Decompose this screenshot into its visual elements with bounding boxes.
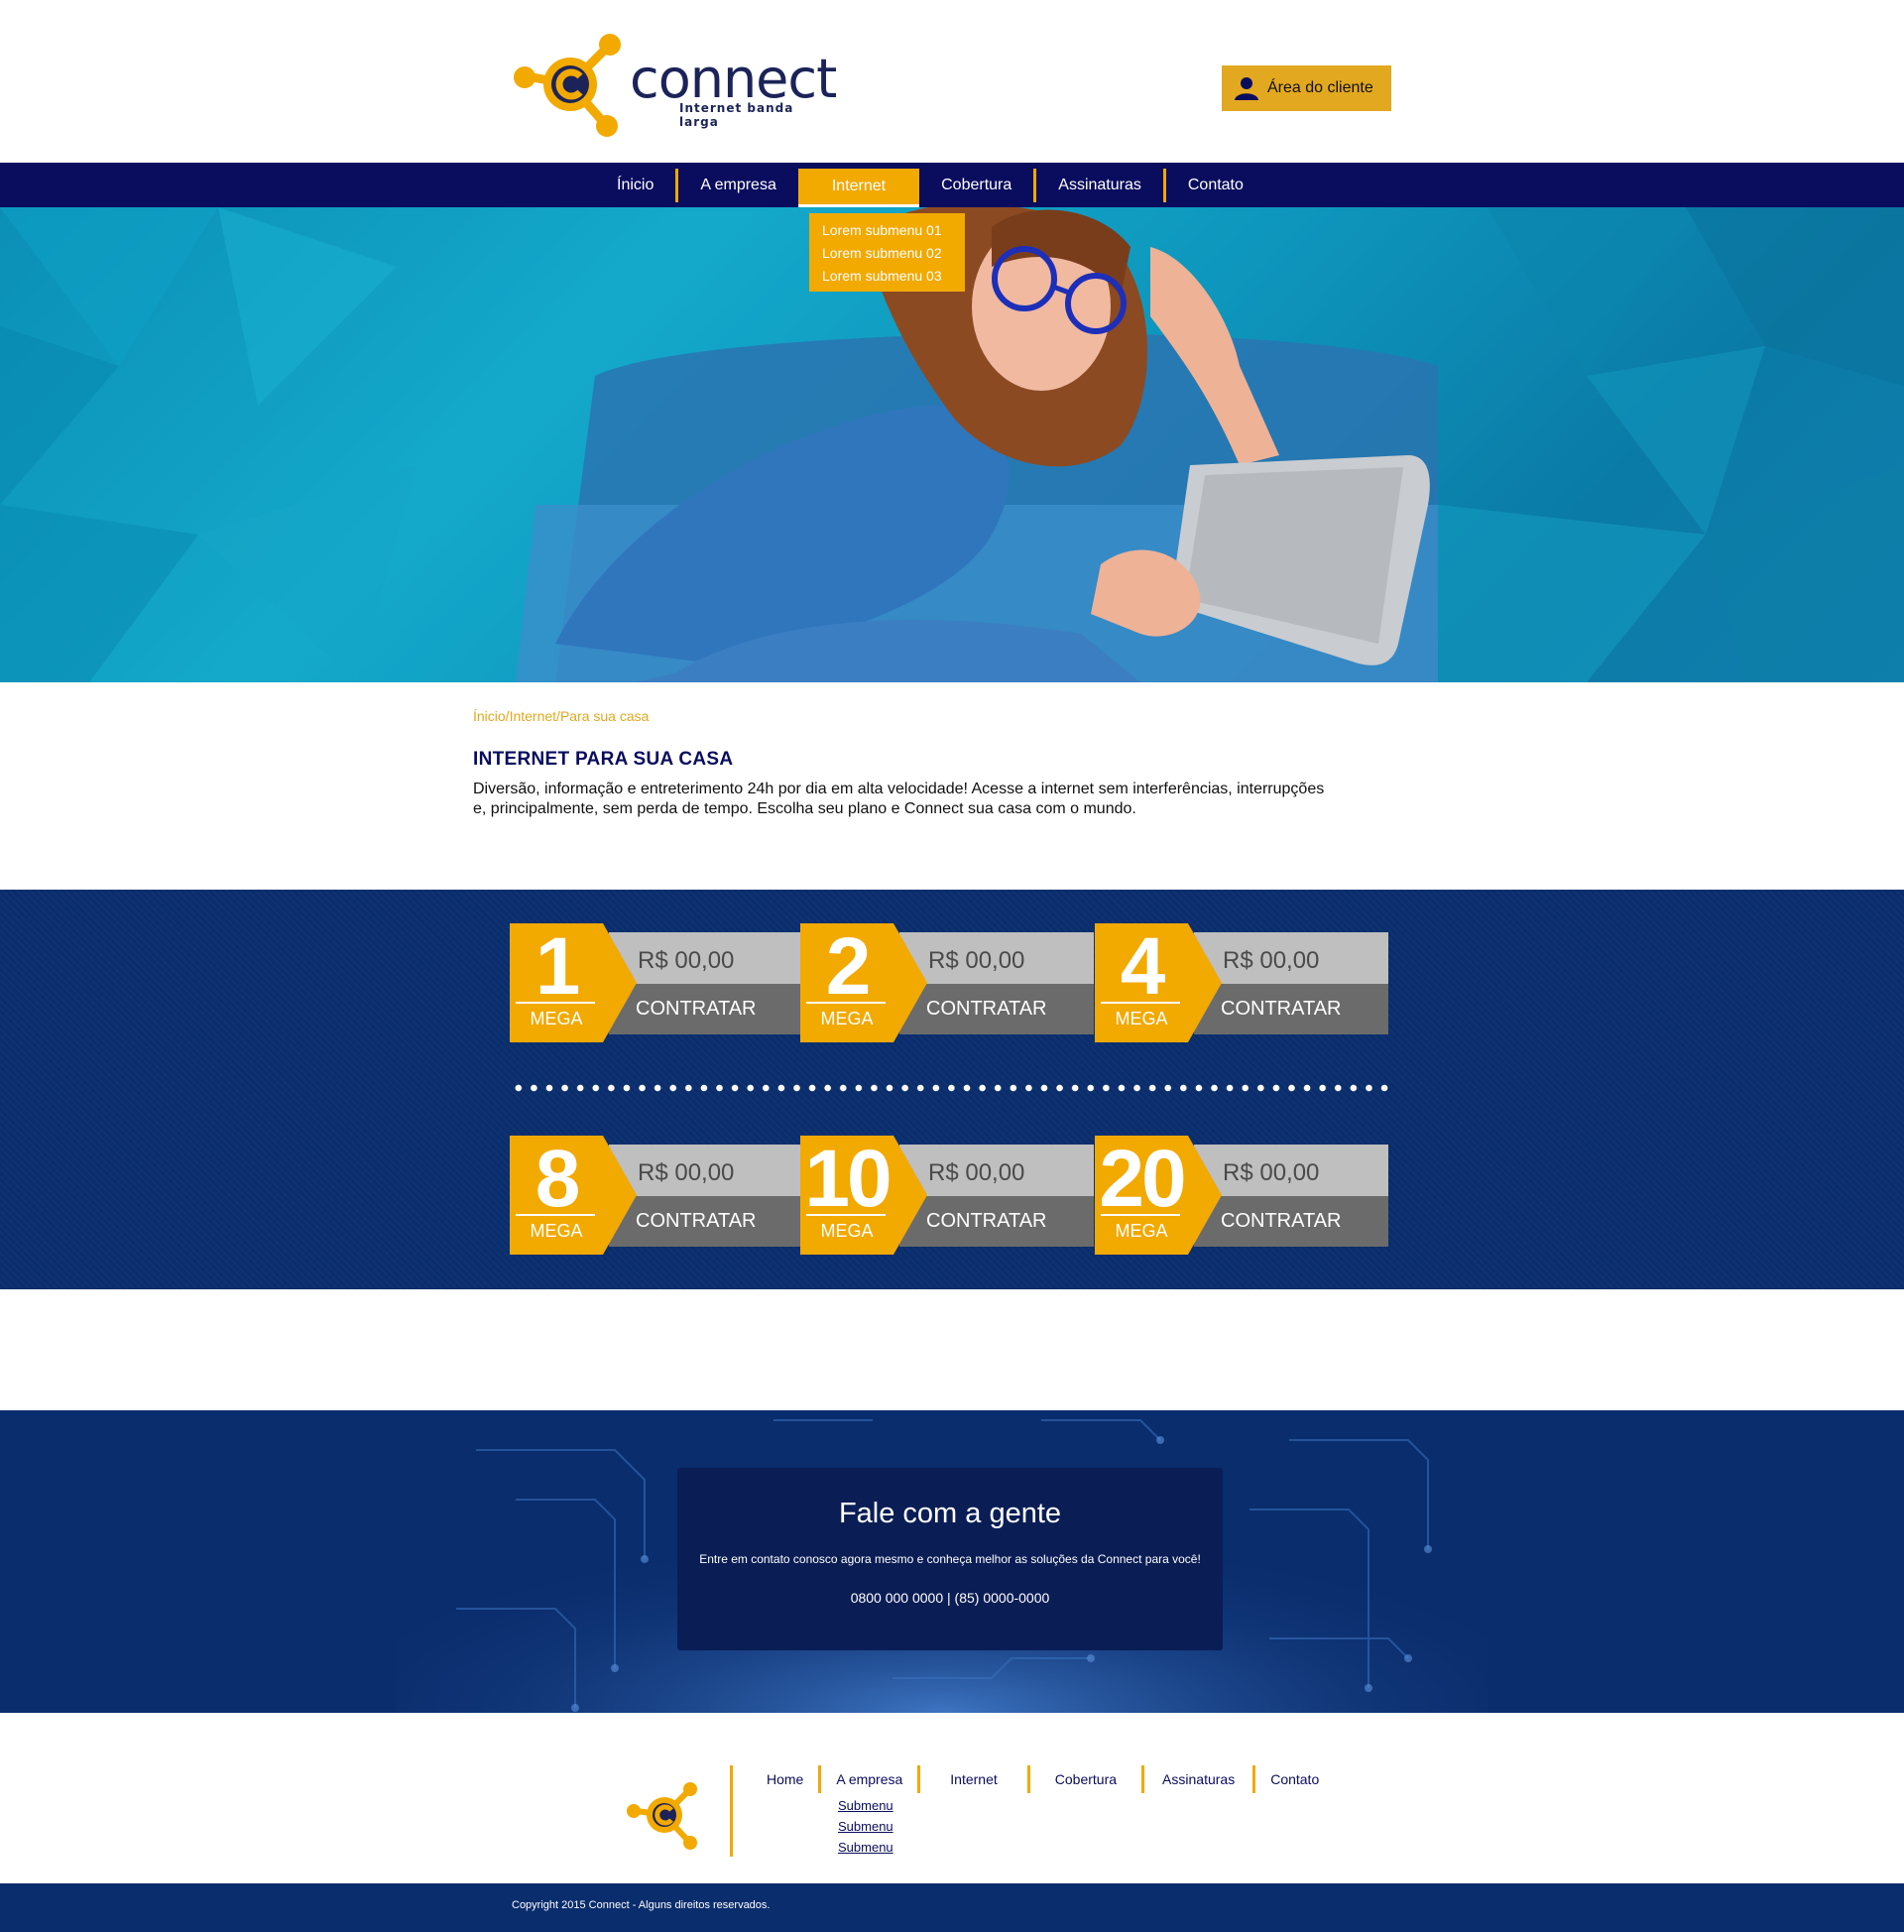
contratar-button[interactable]: CONTRATAR: [926, 1210, 1046, 1233]
dotted-divider: [511, 1084, 1393, 1092]
plan-speed: 20: [1099, 1134, 1186, 1224]
page-title: INTERNET PARA SUA CASA: [473, 749, 734, 770]
divider: [806, 1002, 886, 1004]
plan-unit: MEGA: [530, 1221, 583, 1241]
plan-card[interactable]: 4 MEGA R$ 00,00 CONTRATAR: [1095, 923, 1388, 1042]
nav-item-contato[interactable]: Contato: [1166, 163, 1265, 207]
nav-item-cobertura[interactable]: Cobertura: [919, 163, 1033, 207]
main-nav: Ínicio A empresa Internet Cobertura Assi…: [0, 163, 1904, 207]
contratar-button[interactable]: CONTRATAR: [636, 998, 756, 1021]
plan-price: R$ 00,00: [638, 947, 735, 974]
copyright-bar: Copyright 2015 Connect - Alguns direitos…: [0, 1883, 1904, 1932]
footer-submenu: Submenu Submenu Submenu: [838, 1795, 893, 1858]
contratar-button[interactable]: CONTRATAR: [1221, 1210, 1341, 1233]
contact-title: Fale com a gente: [838, 1498, 1062, 1529]
plan-unit: MEGA: [820, 1009, 874, 1028]
nav-item-assinaturas[interactable]: Assinaturas: [1036, 163, 1163, 207]
dropdown-item[interactable]: Lorem submenu 03: [822, 265, 965, 288]
plan-price: R$ 00,00: [638, 1159, 735, 1186]
footer-item-cobertura[interactable]: Cobertura: [1030, 1765, 1141, 1793]
divider: [516, 1214, 595, 1216]
footer-item-a-empresa[interactable]: A empresa: [821, 1765, 917, 1793]
plan-card[interactable]: 1 MEGA R$ 00,00 CONTRATAR: [510, 923, 803, 1042]
contratar-button[interactable]: CONTRATAR: [1221, 998, 1341, 1021]
client-area-label: Área do cliente: [1267, 79, 1373, 96]
plan-price: R$ 00,00: [1223, 947, 1320, 974]
plan-card[interactable]: 20 MEGA R$ 00,00 CONTRATAR: [1095, 1136, 1388, 1255]
footer-item-internet[interactable]: Internet: [920, 1765, 1026, 1793]
nav-item-a-empresa[interactable]: A empresa: [678, 163, 797, 207]
plan-unit: MEGA: [820, 1221, 874, 1241]
nav-item-inicio[interactable]: Ínicio: [595, 163, 675, 207]
divider: [1101, 1214, 1180, 1216]
plan-card[interactable]: 8 MEGA R$ 00,00 CONTRATAR: [510, 1136, 803, 1255]
contact-text: Entre em contato conosco agora mesmo e c…: [699, 1552, 1201, 1566]
contact-phones[interactable]: 0800 000 0000 | (85) 0000-0000: [677, 1590, 1223, 1606]
divider: [1101, 1002, 1180, 1004]
plan-unit: MEGA: [1115, 1009, 1168, 1028]
plan-speed: 2: [825, 921, 872, 1012]
connect-logo-icon: [514, 34, 621, 137]
footer-item-assinaturas[interactable]: Assinaturas: [1144, 1765, 1252, 1793]
footer-nav: Home A empresa Internet Cobertura Assina…: [752, 1765, 1334, 1793]
footer-item-contato[interactable]: Contato: [1255, 1765, 1334, 1793]
contratar-button[interactable]: CONTRATAR: [926, 998, 1046, 1021]
contact-box: Fale com a gente Entre em contato conosc…: [677, 1468, 1223, 1650]
plan-price: R$ 00,00: [1223, 1159, 1320, 1186]
plan-speed: 10: [804, 1134, 892, 1224]
divider: [806, 1214, 886, 1216]
plan-price: R$ 00,00: [928, 1159, 1025, 1186]
contact-section: Fale com a gente Entre em contato conosc…: [0, 1410, 1904, 1713]
plan-speed: 1: [535, 921, 581, 1012]
plan-unit: MEGA: [530, 1009, 583, 1028]
plan-price: R$ 00,00: [928, 947, 1025, 974]
plan-card[interactable]: 10 MEGA R$ 00,00 CONTRATAR: [800, 1136, 1094, 1255]
plan-unit: MEGA: [1115, 1221, 1168, 1241]
divider: [516, 1002, 595, 1004]
dropdown-item[interactable]: Lorem submenu 02: [822, 242, 965, 265]
site-header: connect Internet banda larga Área do cli…: [0, 0, 1904, 163]
copyright-text: Copyright 2015 Connect - Alguns direitos…: [512, 1899, 771, 1911]
dropdown-item[interactable]: Lorem submenu 01: [822, 219, 965, 242]
plan-speed: 4: [1120, 921, 1166, 1012]
footer-item-home[interactable]: Home: [752, 1765, 818, 1793]
footer-submenu-item[interactable]: Submenu: [838, 1816, 893, 1837]
page-description: Diversão, informação e entreterimento 24…: [473, 781, 1325, 817]
client-area-button[interactable]: Área do cliente: [1222, 65, 1391, 111]
logo-tagline: Internet banda larga: [679, 101, 794, 129]
footer-logo-icon[interactable]: [625, 1775, 704, 1855]
internet-dropdown: Lorem submenu 01 Lorem submenu 02 Lorem …: [809, 213, 965, 292]
plan-card[interactable]: 2 MEGA R$ 00,00 CONTRATAR: [800, 923, 1094, 1042]
footer-submenu-item[interactable]: Submenu: [838, 1837, 893, 1858]
footer-submenu-item[interactable]: Submenu: [838, 1795, 893, 1816]
breadcrumb[interactable]: Ínicio/Internet/Para sua casa: [473, 708, 649, 724]
footer-divider: [730, 1765, 733, 1857]
contratar-button[interactable]: CONTRATAR: [636, 1210, 756, 1233]
plan-speed: 8: [535, 1134, 581, 1224]
nav-item-internet[interactable]: Internet: [797, 169, 920, 207]
connect-logo[interactable]: connect Internet banda larga: [511, 30, 837, 139]
user-icon: [1235, 77, 1258, 100]
